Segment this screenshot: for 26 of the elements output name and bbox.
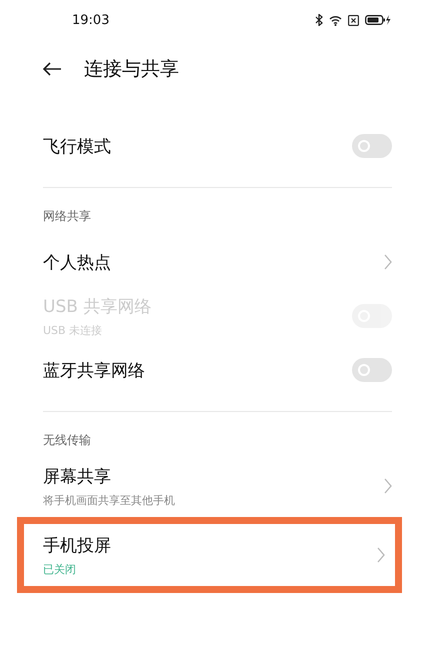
- section-heading: 网络共享: [42, 208, 92, 225]
- setting-row[interactable]: 屏幕共享 将手机画面共享至其他手机: [0, 461, 435, 511]
- chevron-right-icon: [384, 478, 392, 494]
- setting-title: 蓝牙共享网络: [43, 360, 145, 382]
- setting-title: 个人热点: [43, 252, 111, 274]
- setting-title: 飞行模式: [43, 136, 111, 158]
- battery-charging-icon: [365, 14, 391, 26]
- setting-subtitle: 已关闭: [43, 562, 77, 576]
- section-heading: 无线传输: [42, 432, 92, 449]
- toggle-switch[interactable]: [352, 134, 392, 158]
- highlighted-setting-row[interactable]: 手机投屏 已关闭: [17, 517, 402, 593]
- setting-row[interactable]: 飞行模式: [0, 121, 435, 171]
- wifi-icon: [329, 14, 342, 26]
- setting-subtitle: 将手机画面共享至其他手机: [43, 492, 175, 508]
- page-title: 连接与共享: [84, 57, 179, 82]
- setting-row[interactable]: 蓝牙共享网络: [0, 345, 435, 395]
- back-arrow-icon[interactable]: [42, 62, 62, 76]
- setting-title: 手机投屏: [43, 534, 111, 556]
- toggle-switch[interactable]: [352, 358, 392, 382]
- status-time: 19:03: [72, 12, 110, 28]
- setting-row[interactable]: 个人热点: [0, 237, 435, 287]
- bluetooth-icon: [315, 14, 323, 26]
- chevron-right-icon: [384, 254, 392, 270]
- sim-icon: [348, 14, 359, 26]
- setting-title: 屏幕共享: [43, 466, 112, 488]
- chevron-right-icon: [377, 547, 385, 563]
